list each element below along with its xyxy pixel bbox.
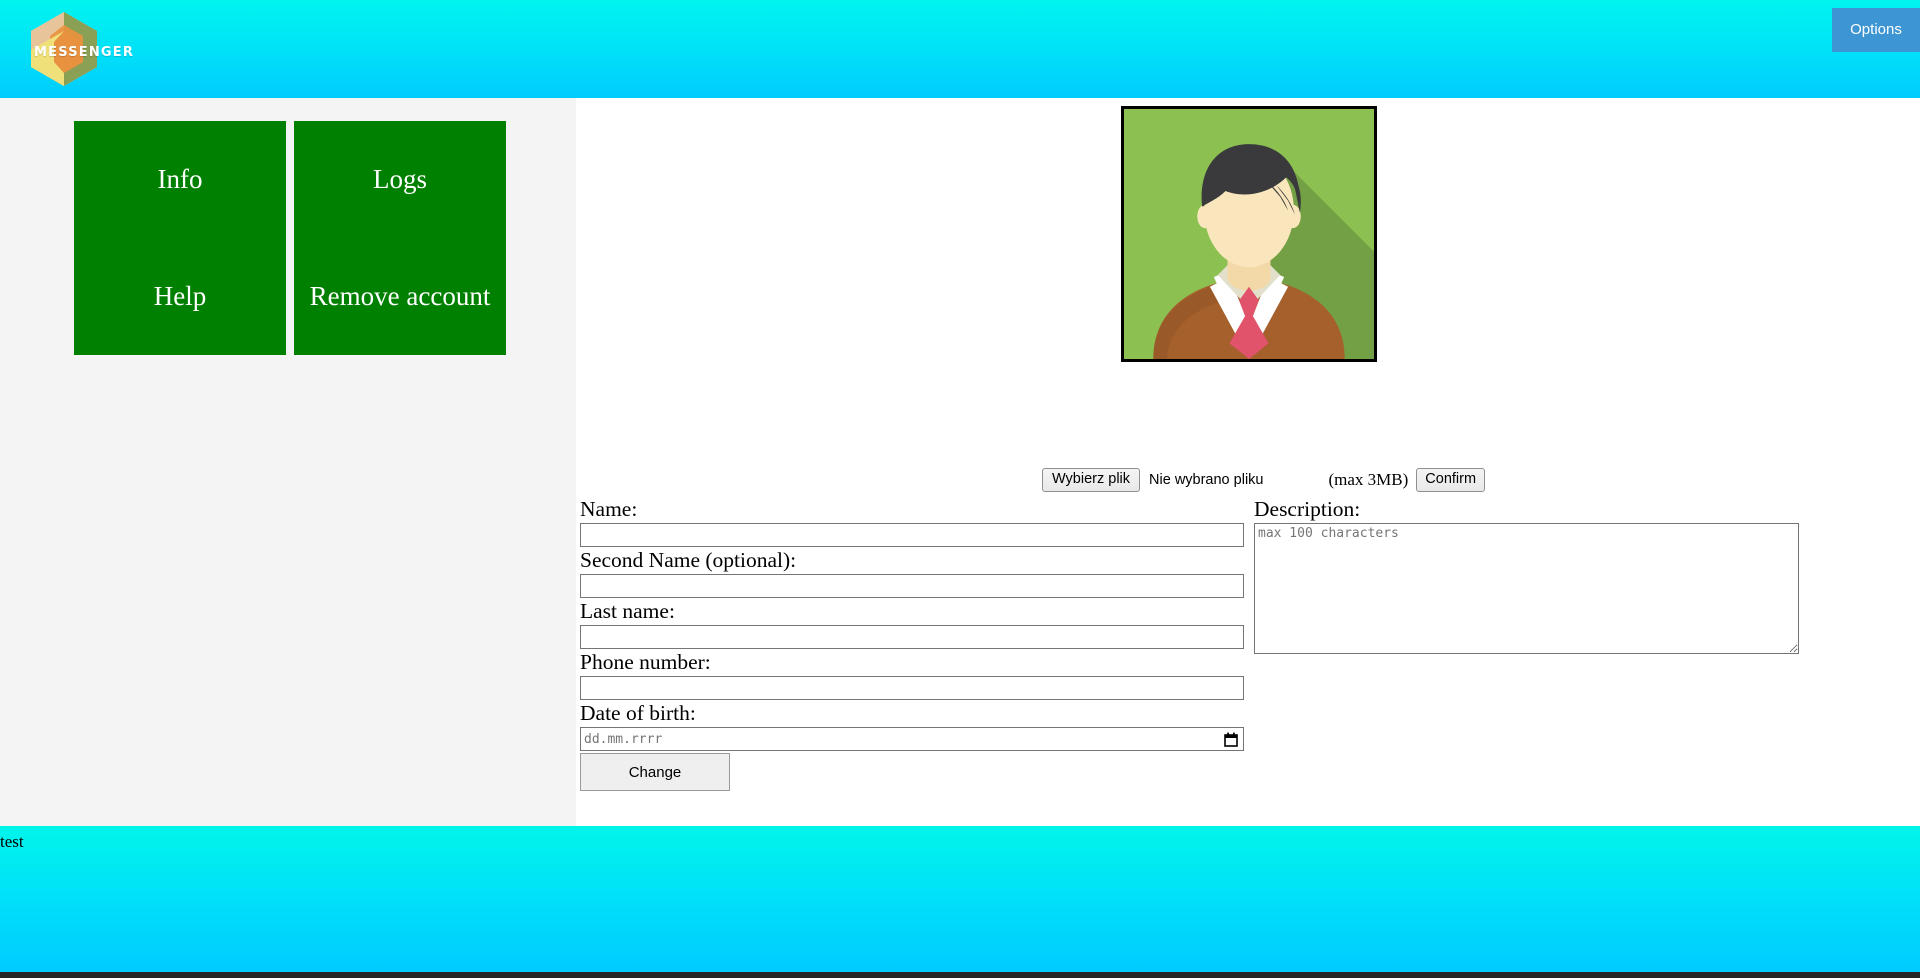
profile-form-left-column: Name: Second Name (optional): Last name:… — [580, 496, 1250, 791]
main-content: Wybierz plik Nie wybrano pliku (max 3MB)… — [576, 98, 1920, 826]
label-second-name: Second Name (optional): — [580, 548, 797, 572]
sidebar-item-info[interactable]: Info — [74, 121, 286, 238]
sidebar-item-logs[interactable]: Logs — [294, 121, 506, 238]
confirm-upload-button[interactable]: Confirm — [1416, 468, 1486, 492]
label-description: Description: — [1254, 497, 1361, 521]
label-last-name: Last name: — [580, 599, 675, 623]
avatar-upload-row: Wybierz plik Nie wybrano pliku (max 3MB)… — [1042, 466, 1486, 494]
footer-text: test — [0, 832, 24, 851]
avatar-illustration-icon — [1124, 109, 1374, 359]
phone-number-input[interactable] — [580, 676, 1244, 700]
description-textarea[interactable] — [1254, 523, 1799, 654]
app-header: MESSENGER Options — [0, 0, 1920, 98]
file-status-text: Nie wybrano pliku — [1149, 472, 1264, 488]
label-date-of-birth: Date of birth: — [580, 701, 696, 725]
options-button[interactable]: Options — [1832, 8, 1920, 52]
choose-file-button[interactable]: Wybierz plik — [1042, 468, 1141, 492]
sidebar: Info Logs Help Remove account — [0, 98, 576, 826]
label-phone-number: Phone number: — [580, 650, 711, 674]
sidebar-item-help[interactable]: Help — [74, 238, 286, 355]
name-input[interactable] — [580, 523, 1244, 547]
brand-logo[interactable]: MESSENGER — [28, 10, 133, 88]
avatar — [1121, 106, 1377, 362]
second-name-input[interactable] — [580, 574, 1244, 598]
sidebar-item-remove-account[interactable]: Remove account — [294, 238, 506, 355]
change-submit-button[interactable]: Change — [580, 753, 730, 791]
app-footer: test — [0, 826, 1920, 972]
max-size-note: (max 3MB) — [1328, 470, 1409, 489]
label-name: Name: — [580, 497, 638, 521]
bottom-bar — [0, 972, 1920, 978]
date-of-birth-input[interactable] — [580, 727, 1244, 751]
profile-form-right-column: Description: — [1254, 496, 1814, 654]
brand-logo-text: MESSENGER — [34, 45, 135, 60]
last-name-input[interactable] — [580, 625, 1244, 649]
date-of-birth-wrapper — [580, 727, 1244, 751]
